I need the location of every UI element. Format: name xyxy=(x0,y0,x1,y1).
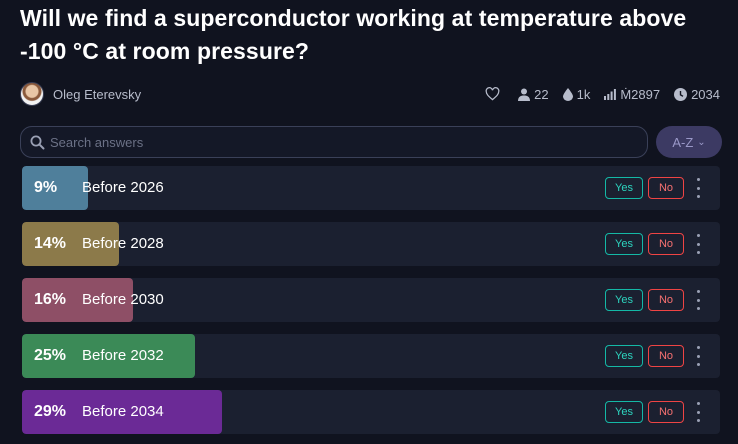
no-button[interactable]: No xyxy=(648,289,684,311)
chevron-down-icon: ⌄ xyxy=(697,136,706,148)
no-button[interactable]: No xyxy=(648,401,684,423)
volume-amount: Ṁ2897 xyxy=(620,86,661,102)
close-year: 2034 xyxy=(691,86,720,102)
author-name[interactable]: Oleg Eterevsky xyxy=(53,87,141,102)
more-options-icon[interactable] xyxy=(692,178,704,198)
close-date-stat[interactable]: 2034 xyxy=(674,87,720,102)
answer-probability: 9% xyxy=(34,179,58,196)
market-stats: 22 1k Ṁ2897 2034 xyxy=(471,87,720,102)
answer-probability: 14% xyxy=(34,235,67,252)
answer-text: Before 2034 xyxy=(82,403,164,420)
question-title: Will we find a superconductor working at… xyxy=(20,5,687,64)
answer-text: Before 2030 xyxy=(82,291,164,308)
yes-button[interactable]: Yes xyxy=(605,345,643,367)
yes-button[interactable]: Yes xyxy=(605,401,643,423)
answers-list: 9% Before 2026 Yes No 14% Before 2028 Yes No 16%… xyxy=(22,166,720,444)
search-box[interactable] xyxy=(20,126,648,158)
heart-icon xyxy=(485,87,500,101)
search-icon xyxy=(30,135,45,150)
answer-row[interactable]: 9% Before 2026 Yes No xyxy=(22,166,720,210)
answer-probability: 29% xyxy=(34,403,67,420)
answers-toolbar: A-Z ⌄ xyxy=(20,126,722,158)
avatar[interactable] xyxy=(20,82,44,106)
yes-button[interactable]: Yes xyxy=(605,233,643,255)
more-options-icon[interactable] xyxy=(692,234,704,254)
more-options-icon[interactable] xyxy=(692,346,704,366)
yes-button[interactable]: Yes xyxy=(605,177,643,199)
clock-icon xyxy=(674,87,688,101)
answer-row[interactable]: 25% Before 2032 Yes No xyxy=(22,334,720,378)
yes-button[interactable]: Yes xyxy=(605,289,643,311)
sort-dropdown[interactable]: A-Z ⌄ xyxy=(656,126,722,158)
no-button[interactable]: No xyxy=(648,345,684,367)
answer-text: Before 2028 xyxy=(82,235,164,252)
answer-row[interactable]: 14% Before 2028 Yes No xyxy=(22,222,720,266)
answer-row[interactable]: 16% Before 2030 Yes No xyxy=(22,278,720,322)
sort-label: A-Z xyxy=(672,134,694,150)
no-button[interactable]: No xyxy=(648,177,684,199)
market-meta-row: Oleg Eterevsky 22 1k Ṁ2897 2034 xyxy=(20,82,720,106)
like-button[interactable] xyxy=(485,87,504,101)
answer-row[interactable]: 29% Before 2034 Yes No xyxy=(22,390,720,434)
answer-text: Before 2032 xyxy=(82,347,164,364)
liquidity-stat[interactable]: 1k xyxy=(562,86,591,102)
more-options-icon[interactable] xyxy=(692,402,704,422)
answer-probability: 16% xyxy=(34,291,67,308)
user-icon xyxy=(518,88,531,101)
traders-stat[interactable]: 22 xyxy=(518,86,549,102)
market-page: Will we find a superconductor working at… xyxy=(0,0,738,444)
bar-chart-icon xyxy=(604,88,617,100)
droplet-icon xyxy=(562,87,573,101)
no-button[interactable]: No xyxy=(648,233,684,255)
traders-count: 22 xyxy=(534,86,549,102)
search-input[interactable] xyxy=(50,127,640,157)
more-options-icon[interactable] xyxy=(692,290,704,310)
answer-text: Before 2026 xyxy=(82,179,164,196)
answer-probability: 25% xyxy=(34,347,67,364)
volume-stat[interactable]: Ṁ2897 xyxy=(604,87,660,102)
liquidity-amount: 1k xyxy=(576,86,591,102)
